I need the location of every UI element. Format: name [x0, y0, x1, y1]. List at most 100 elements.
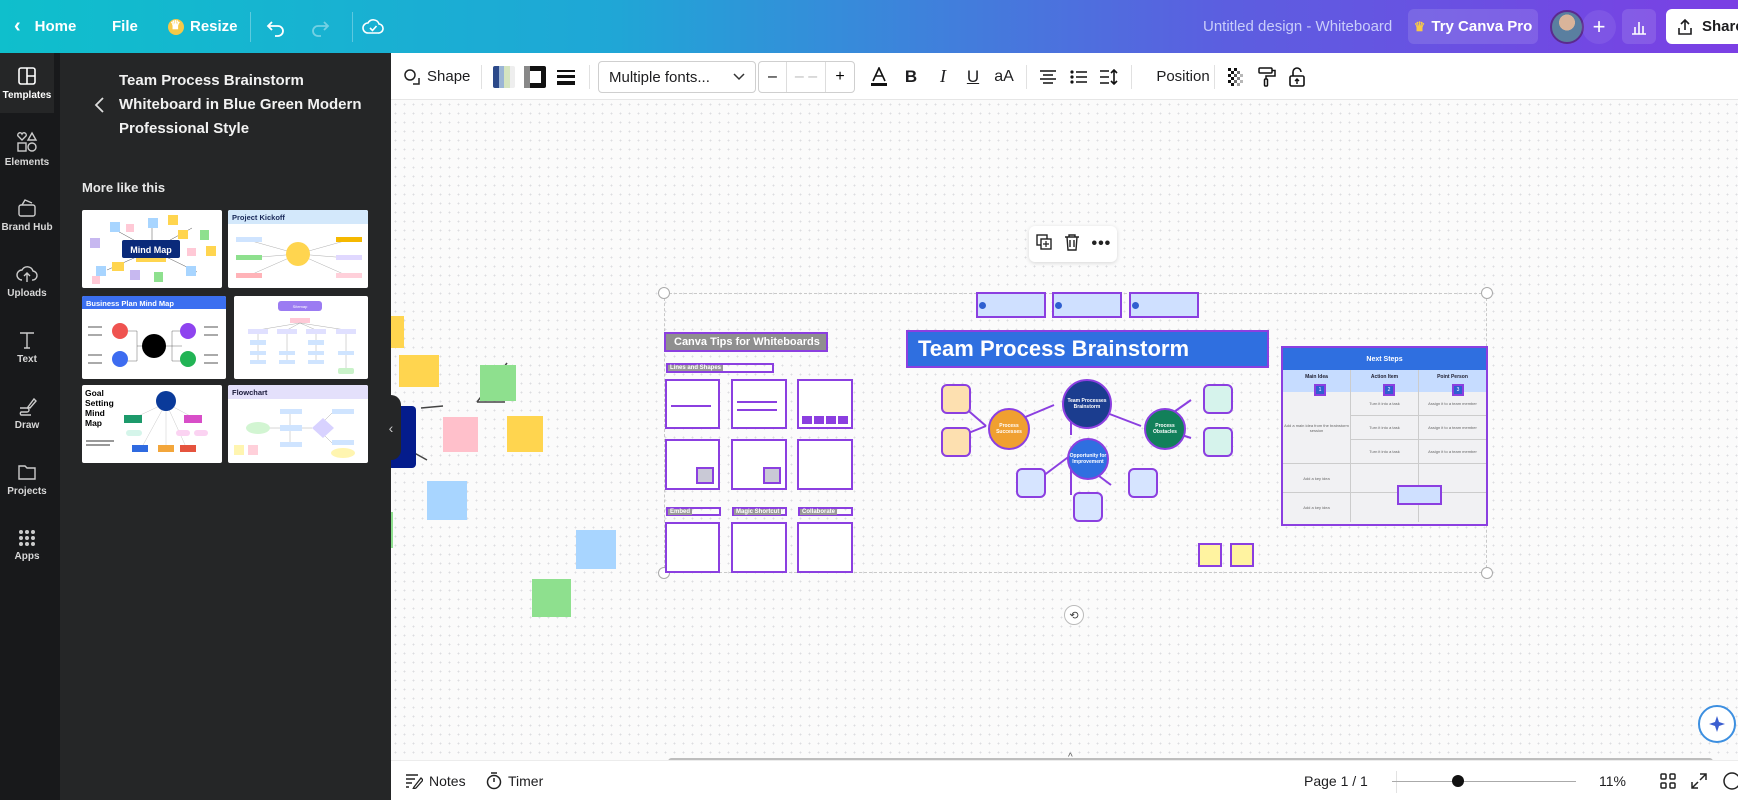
fullscreen-button[interactable]	[1691, 761, 1707, 801]
idea-note[interactable]	[1073, 492, 1103, 522]
successes-node[interactable]: Process Successes	[988, 408, 1030, 450]
spacing-button[interactable]	[1097, 53, 1121, 100]
timer-button[interactable]: Timer	[486, 761, 543, 801]
collapse-panel-button[interactable]: ‹	[381, 395, 401, 460]
bold-button[interactable]: B	[899, 53, 923, 100]
sticky-note[interactable]	[507, 416, 543, 452]
shape-button[interactable]: Shape	[403, 53, 470, 100]
file-menu[interactable]: File	[112, 0, 138, 53]
next-steps-table[interactable]: Next Steps Main Idea Action Item Point P…	[1281, 346, 1488, 526]
cloud-save-button[interactable]	[362, 0, 384, 53]
resize-handle[interactable]	[1481, 287, 1493, 299]
zoom-slider[interactable]	[1392, 775, 1576, 787]
underline-button[interactable]: U	[961, 53, 985, 100]
idea-note[interactable]	[1203, 384, 1233, 414]
instruction-note[interactable]	[976, 292, 1046, 318]
list-button[interactable]	[1067, 53, 1091, 100]
tip-card[interactable]	[797, 379, 853, 429]
tips-title[interactable]: Canva Tips for Whiteboards	[664, 332, 828, 352]
redo-button[interactable]	[310, 0, 330, 53]
sticky-note[interactable]	[1230, 543, 1254, 567]
resize-handle[interactable]	[1481, 567, 1493, 579]
duplicate-button[interactable]	[1035, 233, 1053, 256]
collaborate-label[interactable]: Collaborate	[798, 507, 853, 516]
lock-button[interactable]	[1285, 53, 1309, 100]
sticky-note[interactable]	[443, 417, 478, 452]
line-weight-button[interactable]	[557, 53, 575, 100]
sticky-note[interactable]	[480, 365, 516, 401]
idea-note[interactable]	[941, 427, 971, 457]
tip-card[interactable]	[731, 522, 787, 573]
magic-shortcut-label[interactable]: Magic Shortcut	[732, 507, 787, 516]
insights-button[interactable]	[1622, 9, 1656, 44]
try-canva-pro-button[interactable]: ♛ Try Canva Pro	[1408, 9, 1538, 44]
font-size-input[interactable]: – –	[787, 62, 826, 92]
sticky-note[interactable]	[1198, 543, 1222, 567]
font-family-dropdown[interactable]: Multiple fonts...	[598, 61, 756, 93]
idea-note[interactable]	[941, 384, 971, 414]
template-thumb-goal-setting[interactable]: Goal Setting Mind Map	[82, 385, 222, 463]
idea-note[interactable]	[1128, 468, 1158, 498]
resize-button[interactable]: Resize	[168, 0, 238, 53]
decrease-font-button[interactable]: –	[759, 62, 787, 92]
rail-item-templates[interactable]: Templates	[0, 53, 54, 113]
template-thumb-business-plan[interactable]: Business Plan Mind Map	[82, 296, 226, 379]
opportunity-node[interactable]: Opportunity for Improvement	[1067, 438, 1109, 480]
sticky-note[interactable]	[391, 316, 404, 348]
tip-card[interactable]	[797, 439, 853, 490]
obstacles-node[interactable]: Process Obstacles	[1144, 408, 1186, 450]
step-badge[interactable]: 1	[1314, 384, 1326, 396]
zoom-percent[interactable]: 11%	[1599, 761, 1626, 801]
template-thumb-mind-map[interactable]: Mind Map	[82, 210, 222, 288]
tip-card[interactable]	[731, 379, 787, 429]
template-thumb-project-kickoff[interactable]: Project Kickoff	[228, 210, 368, 288]
template-thumb-flowchart[interactable]: Flowchart	[228, 385, 368, 463]
more-options-button[interactable]: •••	[1091, 235, 1111, 253]
template-thumb-sitemap[interactable]: Sitemap	[234, 296, 368, 379]
text-color-button[interactable]	[867, 53, 891, 100]
increase-font-button[interactable]: +	[826, 62, 854, 92]
user-avatar[interactable]	[1550, 10, 1584, 44]
embed-label[interactable]: Embed	[666, 507, 721, 516]
fill-color-button[interactable]	[493, 53, 515, 100]
tip-card[interactable]	[731, 439, 787, 490]
resize-handle[interactable]	[658, 287, 670, 299]
step-badge[interactable]: 3	[1452, 384, 1464, 396]
border-style-button[interactable]	[524, 53, 546, 100]
design-title[interactable]: Untitled design - Whiteboard	[1203, 0, 1392, 53]
italic-button[interactable]: I	[931, 53, 955, 100]
letter-case-button[interactable]: aA	[991, 53, 1017, 100]
help-button[interactable]	[1723, 761, 1738, 801]
tip-card[interactable]	[665, 379, 720, 429]
back-button[interactable]	[90, 95, 110, 115]
rail-item-elements[interactable]: Elements	[0, 119, 54, 179]
paint-format-button[interactable]	[1255, 53, 1279, 100]
share-button[interactable]: Share	[1666, 9, 1738, 44]
magic-assistant-button[interactable]	[1698, 705, 1736, 743]
delete-button[interactable]	[1064, 233, 1080, 256]
sticky-note[interactable]	[399, 355, 439, 387]
page-indicator[interactable]: Page 1 / 1	[1304, 761, 1368, 801]
instruction-note[interactable]	[1129, 292, 1199, 318]
notes-button[interactable]: Notes	[405, 761, 466, 801]
sticky-note[interactable]	[532, 579, 571, 617]
sticky-note[interactable]	[391, 512, 393, 548]
tip-card[interactable]	[665, 522, 720, 573]
rail-item-text[interactable]: Text	[0, 317, 54, 377]
undo-button[interactable]	[266, 0, 286, 53]
idea-note[interactable]	[1016, 468, 1046, 498]
sticky-note[interactable]	[576, 530, 616, 569]
home-button[interactable]: ‹ Home	[14, 0, 76, 53]
idea-note[interactable]	[1203, 427, 1233, 457]
tip-card[interactable]	[665, 439, 720, 490]
rail-item-brand-hub[interactable]: Brand Hub	[0, 185, 54, 245]
sticky-note[interactable]	[427, 481, 467, 520]
rotate-handle[interactable]: ⟲	[1064, 605, 1084, 625]
rail-item-apps[interactable]: Apps	[0, 515, 54, 575]
rail-item-projects[interactable]: Projects	[0, 449, 54, 509]
rail-item-draw[interactable]: Draw	[0, 383, 54, 443]
grid-view-button[interactable]	[1660, 761, 1676, 801]
brainstorm-title[interactable]: Team Process Brainstorm	[906, 330, 1269, 368]
step-badge[interactable]: 2	[1383, 384, 1395, 396]
lines-shapes-label[interactable]: Lines and Shapes	[666, 363, 774, 373]
